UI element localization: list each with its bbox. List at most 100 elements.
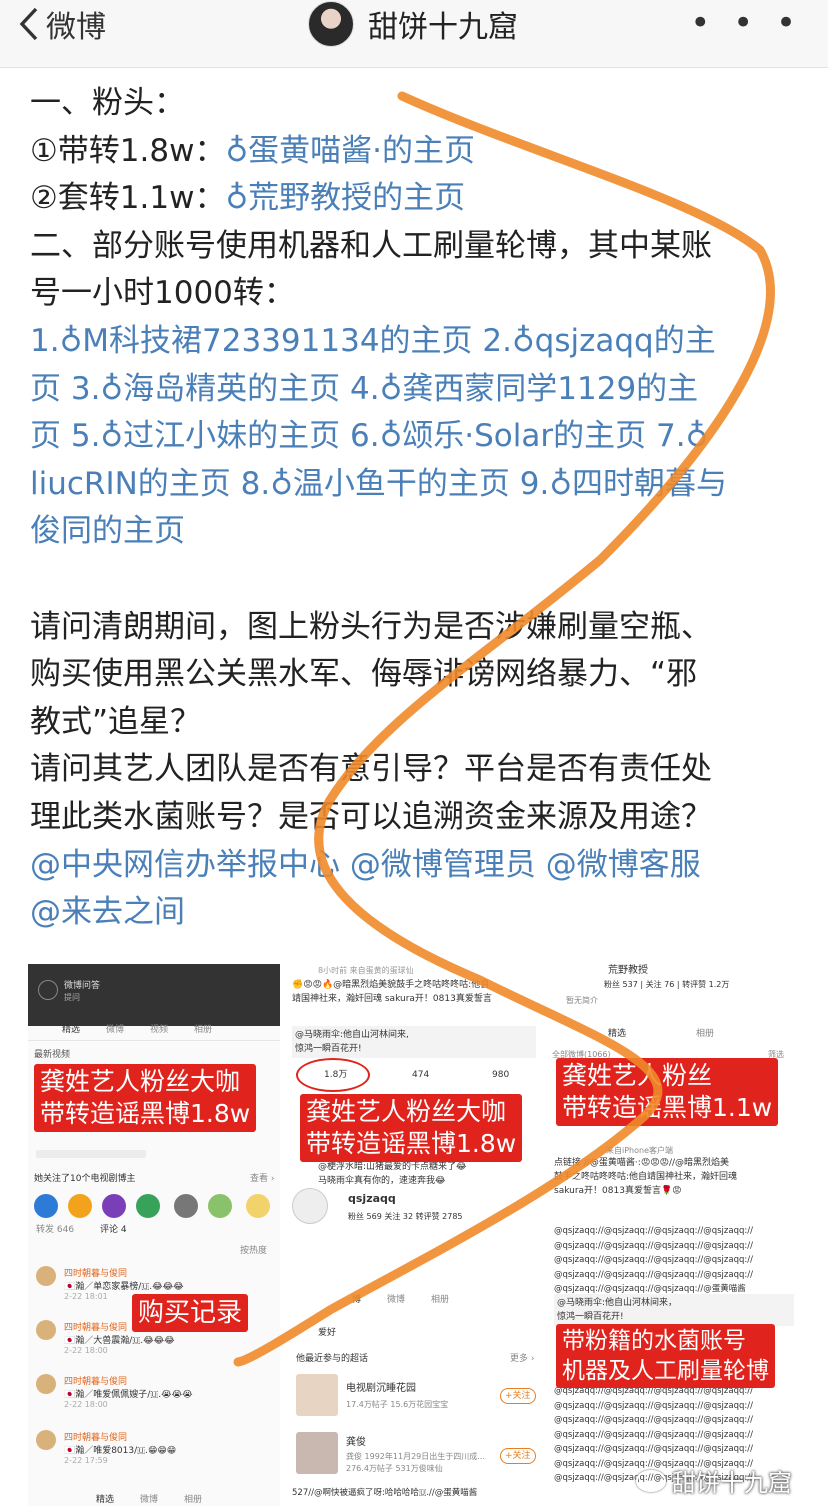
account-links-line-4[interactable]: liucRIN的主页 8.♁温小鱼干的主页 9.♁四时朝暮与 (30, 461, 800, 509)
screenshot-1[interactable]: 微博问答 提问 精选 微博 视频 相册 最新视频 她关注了10个电视剧博主 查看… (28, 964, 280, 1506)
tab-weibo: 微博 (140, 1495, 159, 1505)
question-1-line-2: 购买使用黑公关黑水军、侮辱诽谤网络暴力、“邪 (30, 656, 698, 693)
tab-comments: 评论 4 (100, 1225, 127, 1235)
account-links-line-5[interactable]: 俊同的主页 (30, 508, 800, 556)
screenshot-2[interactable]: 8小时前 来自蛋黄的蛋球仙 ✊😡😡🔥@暗黑烈焰美貌鼓手之咚咕咚咚咕:他自 靖国神… (288, 964, 540, 1506)
view-all-link: 查看 › (250, 1174, 275, 1184)
top-nav-bar: 微博 甜饼十九窟 • • • (0, 0, 828, 68)
question-2-line-1: 请问其艺人团队是否有意引导？平台是否有责任处 (30, 751, 712, 788)
more-options-button[interactable]: • • • (690, 6, 802, 40)
tab-video: 视频 (150, 1025, 169, 1035)
placeholder-line (36, 1150, 146, 1158)
follow-button: +关注 (500, 1388, 536, 1404)
tab-album: 相册 (194, 1025, 213, 1035)
tab-reposts: 转发 646 (36, 1225, 75, 1235)
comment-item: 四时朝暮与俊同 🇯🇵瀚／唯爱佩佩嫂子/🇺.😭😭😭 2-22 18:00 (36, 1374, 193, 1409)
post-meta: 8小时前 来自蛋黄的蛋球仙 (318, 966, 414, 975)
repost-quote: ✊😡😡🔥@暗黑烈焰美貌鼓手之咚咕咚咚咕:他自 靖国神社来，瀚奸回魂 sakura… (292, 980, 492, 1004)
question-icon (38, 980, 58, 1000)
sort-label: 按热度 (240, 1246, 268, 1256)
tab-album: 相册 (184, 1495, 203, 1505)
chevron-left-icon (19, 7, 38, 41)
annotation-label: 带粉籍的水菌账号 机器及人工刷量轮博 (556, 1324, 775, 1388)
sub-quote: @梗浮水暗:山猪最爱的卡点糖来了😂 马晓雨伞真有你的，速速奔我😂 (318, 1162, 467, 1186)
user-icon: ♁ (225, 132, 249, 169)
account-intro: 暂无简介 (566, 996, 598, 1005)
mentions-line-1[interactable]: @中央网信办举报中心 @微博管理员 @微博客服 (30, 842, 800, 890)
post-body: 一、粉头： ①带转1.8w：♁蛋黄喵酱·的主页 ②套转1.1w：♁荒野教授的主页… (30, 80, 800, 937)
user-link-item1[interactable]: 蛋黄喵酱·的主页 (248, 133, 475, 169)
question-2-line-2: 理此类水菌账号？是否可以追溯资金来源及用途？ (30, 798, 712, 835)
more-link: 更多 › (510, 1354, 535, 1364)
bottom-tabs: 精选 微博 相册 (96, 1492, 228, 1505)
avatar[interactable] (308, 1, 354, 47)
channel-icon (68, 1194, 92, 1218)
section-1-heading: 一、粉头： (30, 85, 185, 121)
account-stats: 粉丝 537 | 关注 76 | 转评赞 1.2万 (604, 980, 730, 989)
section-2-line-1: 二、部分账号使用机器和人工刷量轮博，其中某账 (30, 227, 712, 264)
tab-album: 相册 (696, 1029, 715, 1039)
repost-chain: @qsjzaqq://@qsjzaqq://@qsjzaqq://@qsjzaq… (554, 1226, 753, 1294)
profile-tabs: 精选 微博 视频 相册 (62, 1022, 238, 1035)
back-button[interactable]: 微博 (18, 6, 106, 45)
avatar (36, 1374, 56, 1394)
topic-sub: 17.4万帖子 15.6万花园宝宝 (346, 1400, 449, 1409)
annotation-label: 龚姓艺人粉丝大咖 带转造谣黑博1.8w (34, 1064, 257, 1132)
topic-title: 龚俊 (346, 1437, 366, 1448)
image-collage[interactable]: 微博问答 提问 精选 微博 视频 相册 最新视频 她关注了10个电视剧博主 查看… (28, 964, 800, 1506)
divider (28, 1040, 280, 1041)
annotation-label: 龚姓艺人粉丝 带转造谣黑博1.1w (556, 1058, 779, 1126)
item-1: ①带转1.8w：♁蛋黄喵酱·的主页 (30, 132, 476, 169)
super-topics-label: 他最近参与的超话 (296, 1354, 369, 1364)
tab-featured: 精选 (96, 1495, 115, 1505)
watermark: 甜饼十九窟 (636, 1463, 792, 1498)
like-count: 980 (492, 1070, 510, 1080)
account-links-line-2[interactable]: 页 3.♁海岛精英的主页 4.♁龚西蒙同学1129的主 (30, 366, 800, 414)
screenshot-3[interactable]: 荒野教授 粉丝 537 | 关注 76 | 转评赞 1.2万 暂无简介 精选 相… (548, 964, 800, 1506)
avatar (36, 1430, 56, 1450)
profile-header[interactable]: 甜饼十九窟 (308, 1, 518, 47)
recent-video-label: 最新视频 (34, 1050, 71, 1060)
comment-count: 474 (412, 1070, 430, 1080)
user-icon: ♁ (225, 180, 249, 217)
user-link-item2[interactable]: 荒野教授的主页 (248, 180, 465, 216)
tab-weibo: 微博 (106, 1025, 125, 1035)
qa-banner: 微博问答 提问 (28, 964, 280, 1026)
question-1-line-1: 请问清朗期间，图上粉头行为是否涉嫌刷量空瓶、 (30, 608, 712, 645)
page-title: 甜饼十九窟 (368, 10, 518, 45)
mentions-line-2[interactable]: @来去之间 (30, 889, 800, 937)
interests-label: 爱好 (318, 1328, 337, 1338)
qa-sub: 提问 (64, 993, 80, 1002)
weibo-logo-icon (636, 1469, 666, 1492)
channel-icon (208, 1194, 232, 1218)
tab-weibo: 微博 (387, 1295, 406, 1305)
item-2: ②套转1.1w：♁荒野教授的主页 (30, 180, 466, 217)
bottom-quote: 527//@啊快被逼疯了呀:哈哈哈哈🇺.//@蛋黄喵酱 (292, 1488, 478, 1498)
comment-item: 四时朝暮与俊同 🇯🇵瀚／唯爱8013/🇺.😁😁😁 2-22 17:59 (36, 1430, 176, 1465)
highlight-circle (296, 1058, 370, 1092)
question-1-line-3: 教式”追星？ (30, 703, 202, 740)
topic-title: 电视剧沉睡花园 (346, 1383, 416, 1394)
avatar (36, 1320, 56, 1340)
avatar (292, 1188, 328, 1224)
channel-icon (246, 1194, 270, 1218)
follow-text: 她关注了10个电视剧博主 (34, 1174, 136, 1184)
repost-text: 点链接 //@蛋黄喵酱·:😡😡😡//@暗黑烈焰美 鼓手之咚咕咚咚咕:他自靖国神社… (554, 1158, 738, 1196)
avatar (36, 1266, 56, 1286)
channel-icon (174, 1194, 198, 1218)
tab-featured: 精选 (608, 1029, 627, 1039)
annotation-label: 购买记录 (132, 1294, 249, 1332)
back-label: 微博 (46, 10, 106, 45)
account-links-line-1[interactable]: 1.♁M科技裙723391134的主页 2.♁qsjzaqq的主 (30, 318, 800, 366)
account-links-line-3[interactable]: 页 5.♁过江小妹的主页 6.♁颂乐·Solar的主页 7.♁ (30, 413, 800, 461)
profile-tabs: 精选 相册 (608, 1026, 740, 1039)
section-2-line-2: 号一小时1000转： (30, 275, 295, 312)
account-name: qsjzaqq (348, 1192, 396, 1205)
follow-button: +关注 (500, 1448, 536, 1464)
quoted-post: @马晓雨伞:他自山河林间来， 惊鸿一瞬百花开! (554, 1294, 794, 1326)
tab-weibo: 博 (352, 1295, 362, 1305)
account-stats: 粉丝 569 关注 32 转评赞 2785 (348, 1212, 463, 1221)
annotation-label: 龚姓艺人粉丝大咖 带转造谣黑博1.8w (300, 1094, 523, 1162)
account-name: 荒野教授 (608, 965, 648, 976)
